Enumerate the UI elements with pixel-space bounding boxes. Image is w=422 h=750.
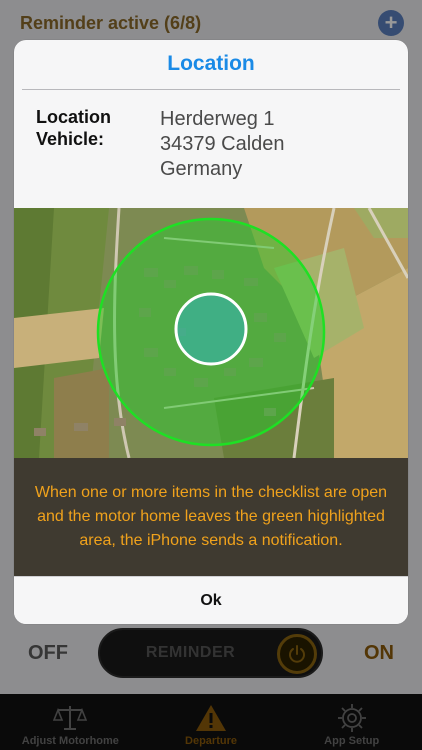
address-line: Herderweg 1 xyxy=(160,108,275,130)
location-dialog: Location Location Vehicle: Herderweg 1 3… xyxy=(14,40,408,624)
location-label: Location Vehicle: xyxy=(36,107,111,149)
satellite-map[interactable] xyxy=(14,208,408,458)
divider xyxy=(22,89,400,90)
dialog-title: Location xyxy=(167,52,255,75)
ok-button[interactable]: Ok xyxy=(14,576,408,624)
location-address: Herderweg 1 34379 Calden Germany xyxy=(160,107,400,182)
notice-text: When one or more items in the checklist … xyxy=(34,484,388,549)
notice-panel: When one or more items in the checklist … xyxy=(14,458,408,576)
address-line: Germany xyxy=(160,158,243,180)
address-line: 34379 Calden xyxy=(160,133,285,155)
